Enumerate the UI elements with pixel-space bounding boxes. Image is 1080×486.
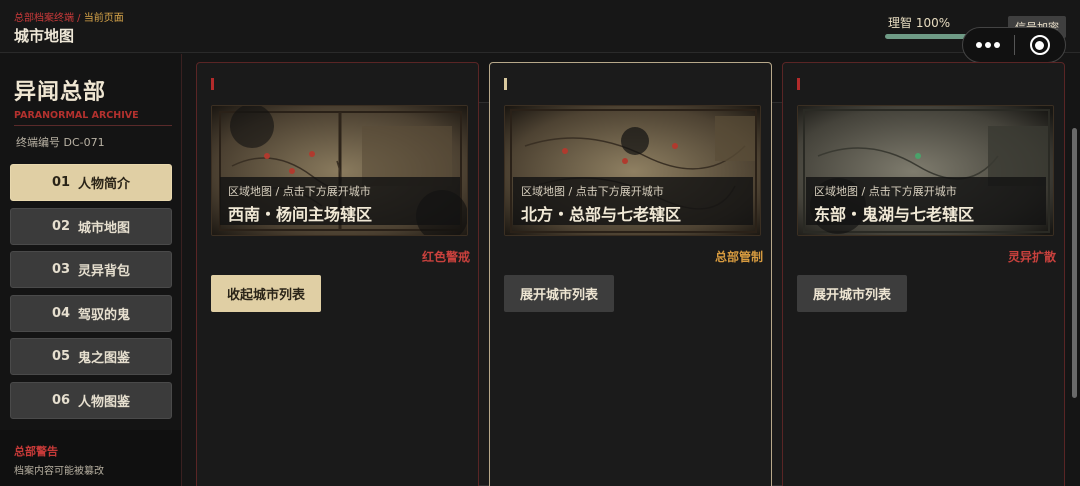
top-bar: 总部档案终端 / 当前页面 城市地图 理智 100% 信号加密 [0,0,1080,63]
scrollbar[interactable] [1072,128,1077,398]
sidebar-item-profile[interactable]: 01 人物简介 [10,164,172,201]
map-hint: 区域地图 / 点击下方展开城市 [814,185,957,198]
map-caption: 区域地图 / 点击下方展开城市 北方・总部与七老辖区 [513,177,753,225]
mini-program-capsule [962,27,1066,63]
status-badge: 灵异扩散 [1007,250,1056,264]
map-hint: 区域地图 / 点击下方展开城市 [228,185,371,198]
region-name: 北方・总部与七老辖区 [521,205,682,224]
warning-panel: 总部警告 档案内容可能被篡改 [0,430,181,486]
sidebar-item-label: 人物简介 [78,177,131,192]
brand-subtitle: PARANORMAL ARCHIVE [14,110,139,121]
card-marker [797,78,800,90]
region-card-southwest: 区域地图 / 点击下方展开城市 西南・杨间主场辖区 红色警戒 收起城市列表 [196,62,479,486]
breadcrumb-root[interactable]: 总部档案终端 / [14,13,81,24]
sidebar-item-label: 人物图鉴 [78,395,131,410]
sidebar: 异闻总部 PARANORMAL ARCHIVE 终端编号 DC-071 01 人… [0,54,182,486]
map-caption: 区域地图 / 点击下方展开城市 东部・鬼湖与七老辖区 [806,177,1046,225]
sidebar-item-ghosts[interactable]: 04 驾驭的鬼 [10,295,172,332]
terminal-id: 终端编号 DC-071 [16,136,105,149]
status-badge: 红色警戒 [421,250,470,264]
region-card-east: 区域地图 / 点击下方展开城市 东部・鬼湖与七老辖区 灵异扩散 展开城市列表 [782,62,1065,486]
divider [14,125,172,126]
sidebar-item-label: 鬼之图鉴 [78,351,131,366]
collapse-city-list-button[interactable]: 收起城市列表 [211,275,321,312]
brand-title: 异闻总部 [14,80,107,105]
sidebar-item-character-codex[interactable]: 06 人物图鉴 [10,382,172,419]
region-name: 西南・杨间主场辖区 [228,205,373,224]
sidebar-item-number: 06 [51,393,71,408]
region-name: 东部・鬼湖与七老辖区 [814,205,975,224]
region-map[interactable]: 区域地图 / 点击下方展开城市 东部・鬼湖与七老辖区 [797,105,1054,236]
sidebar-item-city-map[interactable]: 02 城市地图 [10,208,172,245]
card-marker [504,78,507,90]
region-card-north: 区域地图 / 点击下方展开城市 北方・总部与七老辖区 总部管制 展开城市列表 [489,62,772,486]
warning-title: 总部警告 [14,445,58,458]
sidebar-item-number: 04 [51,306,71,321]
region-map[interactable]: 区域地图 / 点击下方展开城市 西南・杨间主场辖区 [211,105,468,236]
close-target-icon[interactable] [1014,28,1065,62]
map-hint: 区域地图 / 点击下方展开城市 [521,185,664,198]
sidebar-item-label: 驾驭的鬼 [78,308,131,323]
page-title: 城市地图 [14,27,75,45]
sidebar-item-number: 03 [51,262,71,277]
map-caption: 区域地图 / 点击下方展开城市 西南・杨间主场辖区 [220,177,460,225]
sidebar-item-number: 01 [51,175,71,190]
status-badge: 总部管制 [714,250,763,264]
sidebar-item-number: 05 [51,349,71,364]
sidebar-item-label: 灵异背包 [78,264,131,279]
sanity-label: 理智 100% [888,16,951,30]
region-map[interactable]: 区域地图 / 点击下方展开城市 北方・总部与七老辖区 [504,105,761,236]
expand-city-list-button[interactable]: 展开城市列表 [504,275,614,312]
more-menu-icon[interactable] [963,28,1014,62]
sidebar-item-number: 02 [51,219,71,234]
warning-text: 档案内容可能被篡改 [14,466,104,477]
breadcrumb: 总部档案终端 / 当前页面 [14,9,124,24]
expand-city-list-button[interactable]: 展开城市列表 [797,275,907,312]
sidebar-item-label: 城市地图 [78,221,131,236]
breadcrumb-current: 当前页面 [83,13,124,24]
sidebar-item-ghost-codex[interactable]: 05 鬼之图鉴 [10,338,172,375]
sidebar-item-backpack[interactable]: 03 灵异背包 [10,251,172,288]
card-marker [211,78,214,90]
